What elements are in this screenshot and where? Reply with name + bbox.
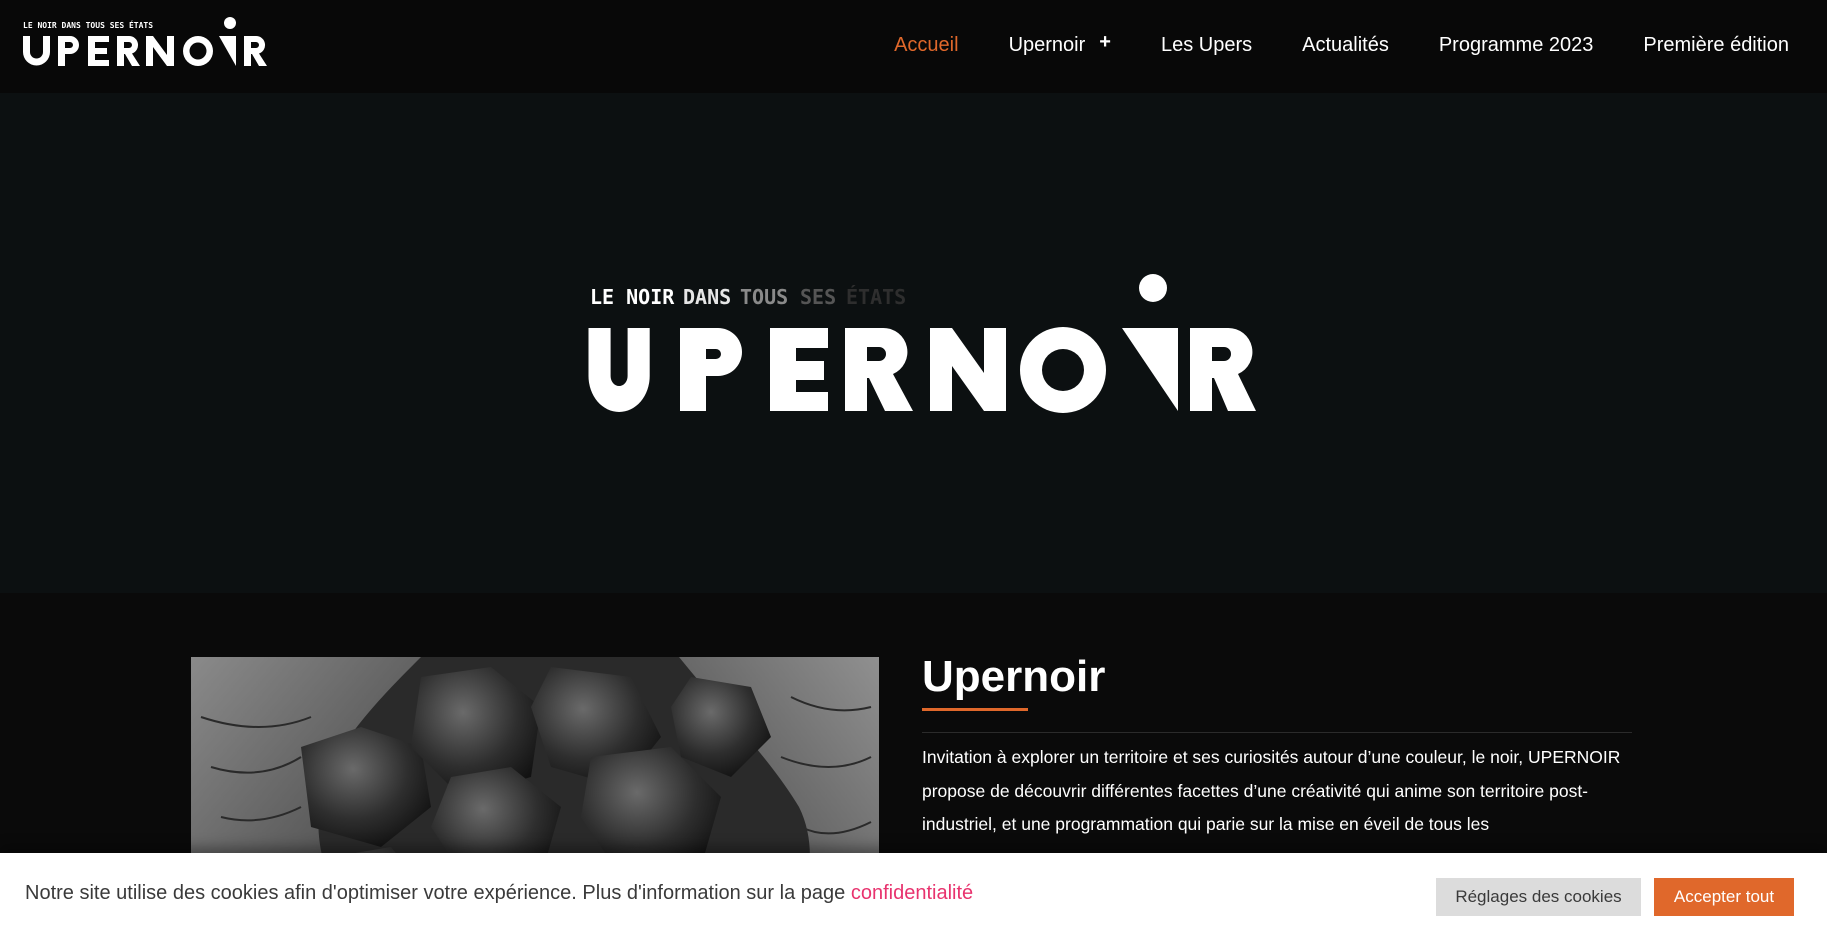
title-rule bbox=[922, 732, 1632, 734]
nav-item-label: Programme 2023 bbox=[1438, 33, 1594, 56]
cookie-settings-button[interactable]: Réglages des cookies bbox=[1436, 878, 1641, 916]
about-block: Upernoir Invitation à explorer un territ… bbox=[922, 652, 1632, 842]
nav-item-label: Accueil bbox=[894, 33, 959, 56]
nav-item-label: Upernoir bbox=[1008, 33, 1086, 56]
privacy-link[interactable]: confidentialité bbox=[851, 882, 973, 904]
about-text: Invitation à explorer un territoire et s… bbox=[922, 747, 1621, 835]
nav-item-label: Première édition bbox=[1643, 33, 1789, 56]
hero-tagline-part: ÉTATS bbox=[846, 285, 906, 309]
plus-icon[interactable]: + bbox=[1099, 31, 1111, 54]
logo-tagline: LE NOIR DANS TOUS SES ÉTATS bbox=[23, 19, 153, 30]
svg-text:LE NOIR DANS T: LE NOIR DANS TOUS SES ÉTATS bbox=[590, 285, 906, 309]
title-accent-bar bbox=[922, 708, 1028, 712]
nav-item-programme-2023[interactable]: Programme 2023 bbox=[1439, 34, 1594, 57]
site-logo[interactable]: LE NOIR DANS TOUS SES ÉTATS bbox=[22, 14, 292, 74]
nav-item-actualites[interactable]: Actualités bbox=[1302, 34, 1389, 57]
cookie-consent-bar: Notre site utilise des cookies afin d'op… bbox=[0, 853, 1827, 933]
nav-item-label: Les Upers bbox=[1160, 33, 1253, 56]
cookie-message-text: Notre site utilise des cookies afin d'op… bbox=[25, 882, 851, 904]
hero-tagline-part: LE NOIR bbox=[590, 285, 675, 309]
cookie-message: Notre site utilise des cookies afin d'op… bbox=[25, 882, 973, 905]
hero-tagline-part: TOUS bbox=[740, 285, 788, 309]
nav-item-les-upers[interactable]: Les Upers bbox=[1161, 34, 1252, 57]
hero-logo: LE NOIR DANS TOUS SES ÉTATS bbox=[580, 273, 1260, 413]
about-title: Upernoir bbox=[922, 652, 1106, 701]
nav-item-label: Actualités bbox=[1302, 33, 1389, 56]
hero-tagline-part: DANS bbox=[683, 285, 731, 309]
nav-item-premiere-edition[interactable]: Première édition bbox=[1643, 34, 1789, 57]
nav-item-upernoir[interactable]: Upernoir + bbox=[1008, 31, 1111, 57]
title-divider bbox=[922, 707, 1632, 737]
site-header: LE NOIR DANS TOUS SES ÉTATS Accueil Uper… bbox=[0, 0, 1827, 93]
hero-tagline-part: SES bbox=[800, 285, 836, 309]
nav-item-accueil[interactable]: Accueil bbox=[894, 34, 958, 57]
hero-banner: LE NOIR DANS TOUS SES ÉTATS bbox=[0, 93, 1827, 593]
accept-all-button[interactable]: Accepter tout bbox=[1654, 878, 1794, 916]
main-nav: Accueil Upernoir + Les Upers Actualités … bbox=[844, 0, 1789, 90]
